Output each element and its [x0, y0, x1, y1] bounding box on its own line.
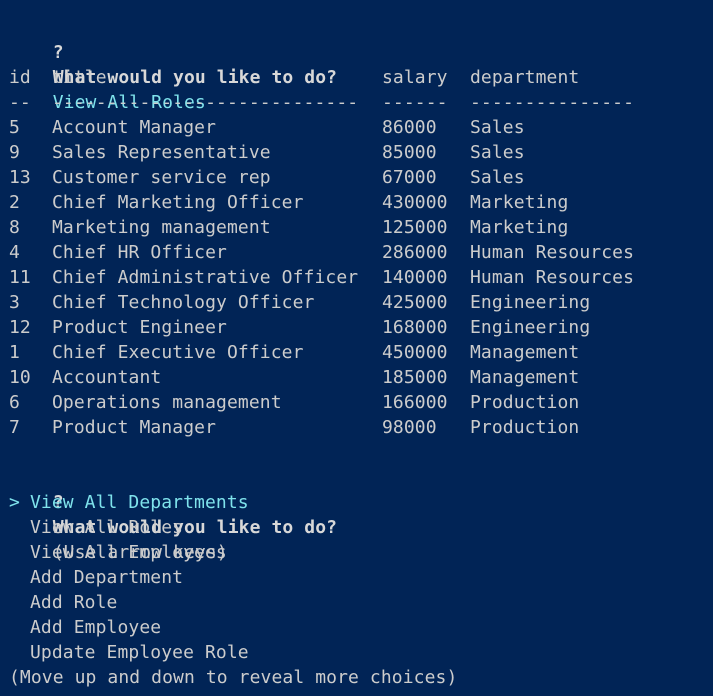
separator-salary: ------: [382, 92, 448, 113]
cell-title: Sales Representative: [52, 142, 271, 163]
table-separator: -- ---------------------------- ------ -…: [9, 90, 713, 115]
table-row: 10 Accountant 185000 Management: [9, 365, 713, 390]
separator-department: ---------------: [470, 92, 635, 113]
prompt-line-answered: ? What would you like to do? View All Ro…: [9, 15, 713, 113]
cell-title: Chief Executive Officer: [52, 342, 304, 363]
choice-add-employee[interactable]: Add Employee: [9, 615, 713, 640]
table-row: 3 Chief Technology Officer 425000 Engineeri…: [9, 290, 713, 315]
cell-salary: 98000: [382, 417, 437, 438]
cell-title: Operations management: [52, 392, 282, 413]
cell-title: Product Manager: [52, 417, 217, 438]
cell-title: Marketing management: [52, 217, 271, 238]
table-row: 11 Chief Administrative Officer 140000 Huma…: [9, 265, 713, 290]
choice-label: Add Department: [30, 567, 184, 588]
cell-department: Sales: [470, 142, 525, 163]
cell-id: 11: [9, 267, 31, 288]
separator-id: --: [9, 92, 31, 113]
table-header: id title salary department: [9, 65, 713, 90]
cell-id: 12: [9, 317, 31, 338]
table-row: 6 Operations management 166000 Production: [9, 390, 713, 415]
cell-title: Accountant: [52, 367, 162, 388]
cell-title: Chief Technology Officer: [52, 292, 315, 313]
choice-label: Add Employee: [30, 617, 162, 638]
cell-salary: 125000: [382, 217, 448, 238]
cell-department: Management: [470, 367, 580, 388]
cell-title: Chief HR Officer: [52, 242, 227, 263]
cell-salary: 86000: [382, 117, 437, 138]
cell-salary: 450000: [382, 342, 448, 363]
cell-id: 5: [9, 117, 20, 138]
choice-label: View All Departments: [30, 492, 249, 513]
cell-salary: 166000: [382, 392, 448, 413]
cell-title: Chief Administrative Officer: [52, 267, 359, 288]
cell-id: 9: [9, 142, 20, 163]
table-row: 2 Chief Marketing Officer 430000 Marketing: [9, 190, 713, 215]
cell-salary: 140000: [382, 267, 448, 288]
cell-title: Product Engineer: [52, 317, 227, 338]
choice-label: Update Employee Role: [30, 642, 249, 663]
cell-department: Human Resources: [470, 242, 635, 263]
choice-view-all-employees[interactable]: View All Employees: [9, 540, 713, 565]
header-salary: salary: [382, 67, 448, 88]
choice-label: View All Employees: [30, 542, 227, 563]
choice-view-all-roles[interactable]: View All Roles: [9, 515, 713, 540]
cell-department: Engineering: [470, 292, 591, 313]
cell-id: 4: [9, 242, 20, 263]
choice-label: View All Roles: [30, 517, 184, 538]
cell-salary: 185000: [382, 367, 448, 388]
choices-footer: (Move up and down to reveal more choices…: [9, 667, 458, 688]
header-department: department: [470, 67, 580, 88]
cell-department: Management: [470, 342, 580, 363]
selection-pointer: >: [9, 492, 20, 513]
table-row: 5 Account Manager 86000 Sales: [9, 115, 713, 140]
cell-id: 1: [9, 342, 20, 363]
cell-department: Engineering: [470, 317, 591, 338]
terminal-window[interactable]: ? What would you like to do? View All Ro…: [0, 0, 713, 696]
cell-department: Marketing: [470, 192, 569, 213]
cell-title: Account Manager: [52, 117, 217, 138]
header-title: title: [52, 67, 107, 88]
cell-title: Customer service rep: [52, 167, 271, 188]
cell-salary: 67000: [382, 167, 437, 188]
cell-department: Production: [470, 417, 580, 438]
cell-department: Sales: [470, 117, 525, 138]
prompt-line-active: ? What would you like to do? (Use arrow …: [9, 465, 713, 563]
table-row: 7 Product Manager 98000 Production: [9, 415, 713, 440]
cell-salary: 168000: [382, 317, 448, 338]
cell-salary: 286000: [382, 242, 448, 263]
cell-id: 10: [9, 367, 31, 388]
cell-department: Human Resources: [470, 267, 635, 288]
cell-salary: 85000: [382, 142, 437, 163]
cell-salary: 425000: [382, 292, 448, 313]
table-row: 13 Customer service rep 67000 Sales: [9, 165, 713, 190]
cell-title: Chief Marketing Officer: [52, 192, 304, 213]
separator-title: ----------------------------: [52, 92, 359, 113]
table-row: 1 Chief Executive Officer 450000 Management: [9, 340, 713, 365]
choice-update-employee-role[interactable]: Update Employee Role: [9, 640, 713, 665]
cell-department: Production: [470, 392, 580, 413]
cell-department: Marketing: [470, 217, 569, 238]
cell-id: 7: [9, 417, 20, 438]
choice-view-all-departments[interactable]: > View All Departments: [9, 490, 713, 515]
cell-id: 8: [9, 217, 20, 238]
table-row: 9 Sales Representative 85000 Sales: [9, 140, 713, 165]
cell-id: 13: [9, 167, 31, 188]
header-id: id: [9, 67, 31, 88]
choice-label: Add Role: [30, 592, 118, 613]
choice-add-department[interactable]: Add Department: [9, 565, 713, 590]
cell-id: 3: [9, 292, 20, 313]
table-row: 8 Marketing management 125000 Marketing: [9, 215, 713, 240]
cell-id: 6: [9, 392, 20, 413]
table-row: 4 Chief HR Officer 286000 Human Resources: [9, 240, 713, 265]
choice-add-role[interactable]: Add Role: [9, 590, 713, 615]
cell-salary: 430000: [382, 192, 448, 213]
table-row: 12 Product Engineer 168000 Engineering: [9, 315, 713, 340]
cell-id: 2: [9, 192, 20, 213]
cell-department: Sales: [470, 167, 525, 188]
